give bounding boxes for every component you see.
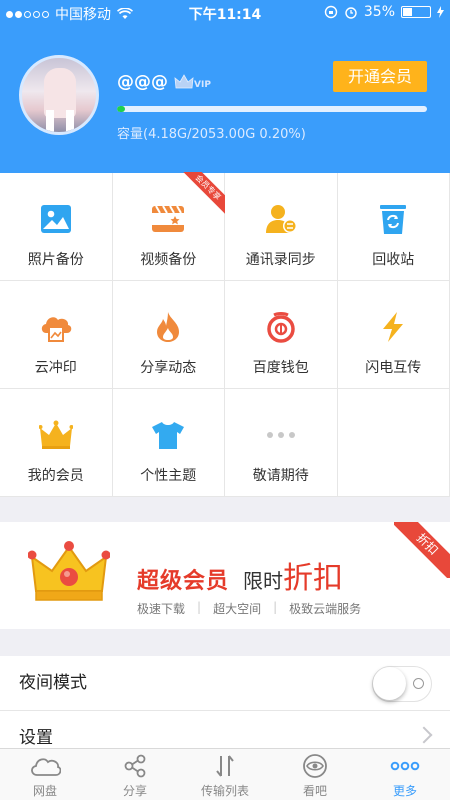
battery-percent: 35% [363,4,395,20]
grid-item-theme[interactable]: 个性主题 [112,389,225,497]
grid-item-video-backup[interactable]: 会员专享 视频备份 [112,172,225,281]
tab-share[interactable]: 分享 [90,749,180,800]
share-icon [123,753,147,779]
eye-icon [302,753,328,779]
flame-icon [150,309,186,345]
app-screen: 中国移动 下午11:14 35% @@@ VIP 开通会员 容量(4.18G/2… [0,0,450,800]
feature-separator: | [273,600,278,614]
grid-item-label: 敬请期待 [252,468,309,484]
more-dots-icon [263,417,299,453]
username: @@@ [117,72,168,92]
cloud-print-icon [38,309,74,345]
banner-title-big: 折扣 [283,561,344,596]
cloud-icon [29,753,61,779]
grid-item-label: 个性主题 [140,468,197,484]
grid-item-label: 闪电互传 [365,360,422,376]
night-mode-toggle[interactable] [372,666,432,702]
crown-icon [38,417,74,453]
profile-header: 中国移动 下午11:14 35% @@@ VIP 开通会员 容量(4.18G/2… [0,0,450,173]
grid-item-photo-backup[interactable]: 照片备份 [0,173,113,281]
tab-label: 网盘 [32,784,57,798]
status-bar: 中国移动 下午11:14 35% [0,0,450,26]
settings-label: 设置 [19,728,53,748]
night-mode-row: 夜间模式 [0,656,450,711]
vip-badge-label: VIP [194,80,211,90]
grid-item-baidu-wallet[interactable]: 百度钱包 [225,281,338,389]
grid-item-label: 分享动态 [140,360,197,376]
feature-item: 极致云端服务 [289,602,362,616]
vip-crown-icon: VIP [174,74,211,90]
settings-list: 夜间模式 设置 [0,656,450,748]
status-right: 35% [324,4,444,20]
tab-more[interactable]: 更多 [360,749,450,800]
storage-progress-bar [117,106,427,112]
tab-transfer-list[interactable]: 传输列表 [180,749,270,800]
grid-item-share-feed[interactable]: 分享动态 [112,281,225,389]
tab-netdisk[interactable]: 网盘 [0,749,90,800]
alarm-icon [345,7,357,19]
contacts-sync-icon [263,201,299,237]
capacity-text: 容量(4.18G/2053.00G 0.20%) [117,127,306,142]
avatar[interactable] [19,55,99,135]
grid-item-cloud-print[interactable]: 云冲印 [0,281,113,389]
storage-progress-fill [117,106,125,112]
member-only-ribbon: 会员专享 [179,172,225,218]
tab-watch[interactable]: 看吧 [270,749,360,800]
lightning-icon [375,309,411,345]
grid-item-label: 照片备份 [27,252,84,268]
banner-title: 超级会员 限时 折扣 [137,553,343,597]
grid-item-label: 我的会员 [27,468,84,484]
feature-item: 超大空间 [213,602,262,616]
toggle-knob [373,667,406,700]
battery-icon [401,6,431,18]
discount-ribbon: 折扣 [394,522,450,578]
grid-item-label: 回收站 [372,252,415,268]
grid-item-coming-soon: 敬请期待 [225,389,338,497]
charging-icon [437,6,444,18]
banner-features: 极速下载 | 超大空间 | 极致云端服务 [137,600,361,617]
feature-item: 极速下载 [137,602,186,616]
ribbon-text: 会员专享 [179,172,225,217]
toggle-off-indicator [413,678,424,689]
grid-item-contacts-sync[interactable]: 通讯录同步 [225,173,338,281]
banner-title-bold: 超级会员 [137,569,230,594]
gold-crown-icon [27,541,111,609]
super-vip-banner[interactable]: 超级会员 限时 折扣 极速下载 | 超大空间 | 极致云端服务 折扣 [0,522,450,629]
chevron-right-icon [415,726,433,744]
tab-label: 分享 [122,784,147,798]
open-vip-button[interactable]: 开通会员 [333,61,427,92]
recycle-bin-icon [375,201,411,237]
more-icon [390,753,420,779]
settings-row[interactable]: 设置 [0,711,450,748]
tab-label: 传输列表 [200,784,249,798]
feature-grid: 照片备份 会员专享 视频备份 通讯录同步 回收站 云冲印 分享动态 百度钱包 闪… [0,172,450,497]
grid-item-label: 通讯录同步 [245,252,316,268]
banner-title-mid: 限时 [243,569,284,593]
transfer-icon [214,753,236,779]
grid-item-label: 云冲印 [34,360,77,376]
tab-label: 看吧 [302,784,327,798]
feature-separator: | [197,600,202,614]
grid-item-label: 百度钱包 [252,360,309,376]
username-row: @@@ VIP [117,72,211,92]
rotation-lock-icon [324,5,338,19]
night-mode-label: 夜间模式 [19,673,87,693]
photo-icon [38,201,74,237]
tab-bar: 网盘 分享 传输列表 看吧 更多 [0,748,450,800]
grid-item-recycle-bin[interactable]: 回收站 [337,173,450,281]
grid-item-label: 视频备份 [140,252,197,268]
tab-label: 更多 [392,784,417,798]
grid-item-lightning-transfer[interactable]: 闪电互传 [337,281,450,389]
grid-item-my-membership[interactable]: 我的会员 [0,389,113,497]
ribbon-text: 折扣 [394,522,450,578]
grid-empty-cell [337,389,450,497]
wallet-icon [263,309,299,345]
tshirt-icon [150,417,186,453]
